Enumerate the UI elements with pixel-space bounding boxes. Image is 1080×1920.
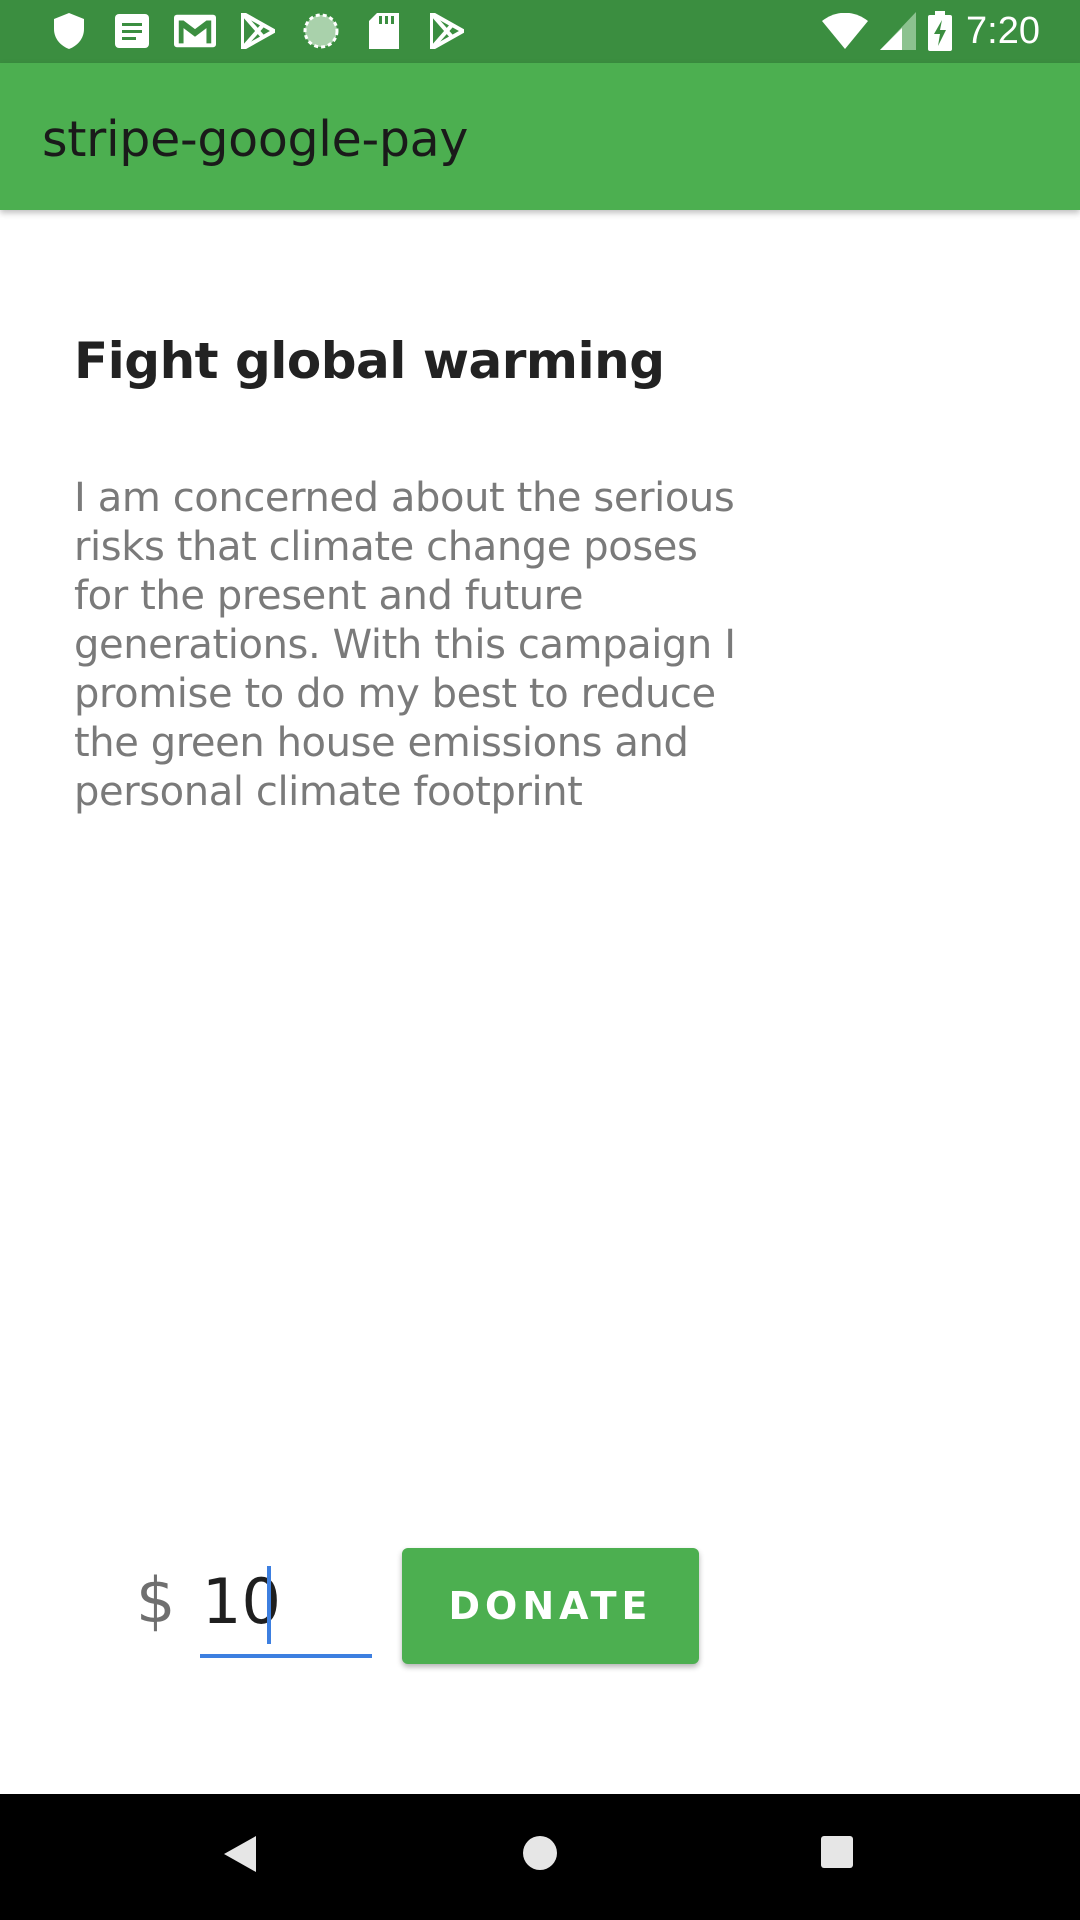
donation-amount-input[interactable] — [200, 1548, 372, 1658]
play-store-icon — [237, 10, 279, 52]
cell-signal-icon — [880, 12, 917, 50]
status-bar: 7:20 — [0, 0, 1080, 63]
app-bar: stripe-google-pay — [0, 63, 1080, 210]
navigation-bar — [0, 1794, 1080, 1920]
app-title: stripe-google-pay — [42, 111, 469, 168]
battery-charging-icon — [928, 11, 953, 51]
notification-icons — [48, 10, 489, 52]
donate-button[interactable]: DONATE — [402, 1548, 699, 1664]
home-icon[interactable] — [521, 1834, 559, 1877]
wifi-icon — [822, 13, 869, 49]
sync-icon — [300, 10, 342, 52]
shield-icon — [48, 10, 90, 52]
play-store-icon — [426, 10, 468, 52]
gmail-icon — [174, 10, 216, 52]
campaign-description: I am concerned about the serious risks t… — [74, 475, 736, 815]
recents-icon[interactable] — [820, 1835, 854, 1874]
status-time: 7:20 — [966, 9, 1040, 52]
currency-symbol: $ — [136, 1564, 176, 1637]
system-status-icons: 7:20 — [810, 8, 1040, 54]
back-icon[interactable] — [222, 1834, 258, 1879]
sd-card-icon — [363, 10, 405, 52]
campaign-title: Fight global warming — [74, 332, 665, 390]
notes-icon — [111, 10, 153, 52]
text-caret — [267, 1566, 271, 1644]
